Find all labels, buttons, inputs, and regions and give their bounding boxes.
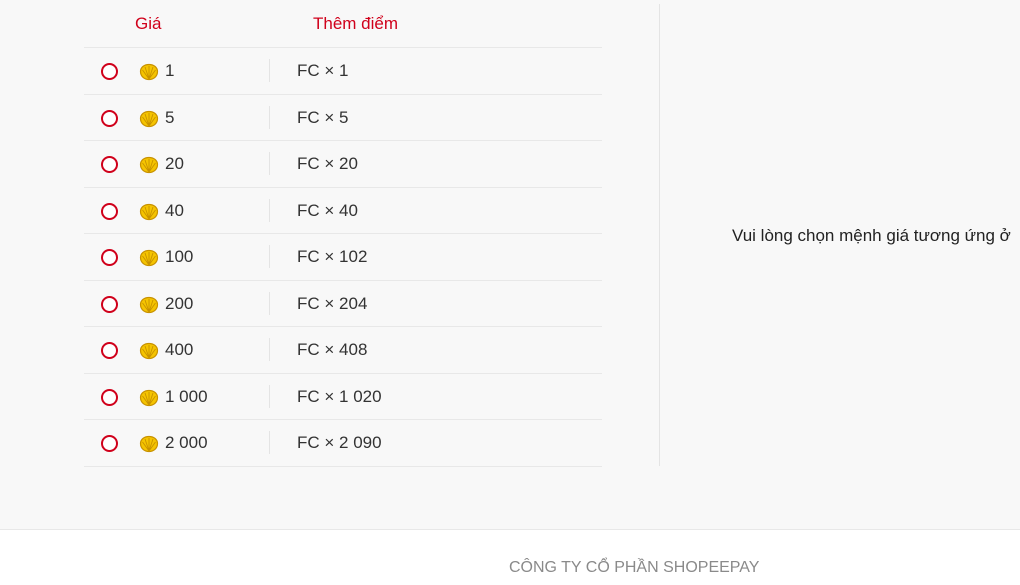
row-divider — [269, 245, 270, 268]
points-value: FC × 20 — [297, 154, 358, 173]
shell-coin-icon — [139, 342, 159, 360]
price-option-row[interactable]: 2 000 FC × 2 090 — [84, 420, 602, 467]
radio-button[interactable] — [101, 388, 118, 406]
price-value: 20 — [165, 154, 184, 173]
row-divider — [269, 384, 270, 408]
row-divider — [269, 198, 270, 222]
row-divider — [269, 338, 270, 361]
shell-coin-icon — [139, 249, 159, 267]
price-option-row[interactable]: 200 FC × 204 — [84, 281, 602, 327]
radio-button[interactable] — [101, 435, 118, 452]
price-value: 200 — [165, 293, 194, 313]
price-option-row[interactable]: 5 FC × 5 — [84, 95, 602, 141]
row-divider — [269, 431, 270, 454]
points-value: FC × 204 — [297, 293, 368, 313]
select-denomination-message: Vui lòng chọn mệnh giá tương ứng ở — [732, 226, 1011, 245]
row-divider — [269, 291, 270, 315]
points-value: FC × 2 090 — [297, 433, 382, 452]
price-value: 1 — [165, 61, 175, 80]
table-header: Giá Thêm điểm — [84, 0, 602, 48]
points-value: FC × 40 — [297, 200, 358, 220]
panel-divider — [659, 4, 660, 466]
row-divider — [269, 152, 270, 175]
points-value: FC × 408 — [297, 340, 368, 359]
price-table: Giá Thêm điểm 1 FC × 1 5 FC × 5 20 FC × … — [84, 0, 602, 467]
radio-button[interactable] — [101, 109, 118, 127]
price-option-row[interactable]: 20 FC × 20 — [84, 141, 602, 188]
shell-coin-icon — [139, 389, 159, 406]
header-price: Giá — [135, 14, 162, 33]
price-value: 40 — [165, 200, 184, 220]
price-value: 100 — [165, 247, 194, 266]
main-area: Giá Thêm điểm 1 FC × 1 5 FC × 5 20 FC × … — [0, 0, 1020, 529]
header-points: Thêm điểm — [313, 14, 399, 33]
shell-coin-icon — [139, 296, 159, 313]
points-value: FC × 1 020 — [297, 386, 382, 406]
shell-coin-icon — [139, 203, 159, 220]
price-option-row[interactable]: 40 FC × 40 — [84, 188, 602, 234]
radio-button[interactable] — [101, 295, 118, 313]
shell-coin-icon — [139, 156, 159, 174]
row-divider — [269, 59, 270, 82]
price-value: 400 — [165, 340, 194, 359]
price-value: 5 — [165, 107, 175, 127]
footer: CÔNG TY CỔ PHẦN SHOPEEPAY — [0, 529, 1020, 585]
price-option-row[interactable]: 400 FC × 408 — [84, 327, 602, 374]
shell-coin-icon — [139, 435, 159, 453]
points-value: FC × 102 — [297, 247, 368, 266]
price-value: 2 000 — [165, 433, 208, 452]
footer-company-name: CÔNG TY CỔ PHẦN SHOPEEPAY — [509, 559, 760, 576]
radio-button[interactable] — [101, 63, 118, 80]
price-option-row[interactable]: 1 000 FC × 1 020 — [84, 374, 602, 420]
radio-button[interactable] — [101, 156, 118, 173]
row-divider — [269, 105, 270, 129]
price-value: 1 000 — [165, 386, 208, 406]
shell-coin-icon — [139, 110, 159, 127]
price-option-row[interactable]: 1 FC × 1 — [84, 48, 602, 95]
price-option-row[interactable]: 100 FC × 102 — [84, 234, 602, 281]
radio-button[interactable] — [101, 342, 118, 359]
shell-coin-icon — [139, 63, 159, 81]
points-value: FC × 1 — [297, 61, 349, 80]
radio-button[interactable] — [101, 249, 118, 266]
points-value: FC × 5 — [297, 107, 349, 127]
radio-button[interactable] — [101, 202, 118, 220]
